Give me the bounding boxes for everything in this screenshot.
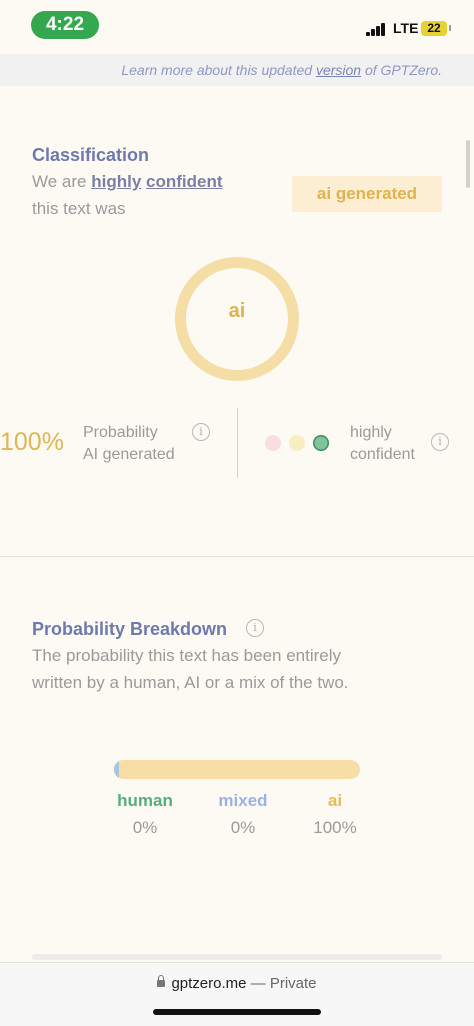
ring-label: ai	[228, 300, 246, 322]
page-bottom-divider	[32, 954, 442, 960]
status-bar: 4:22 LTE 22	[0, 0, 474, 54]
bar-human-segment	[114, 760, 119, 779]
classification-title: Classification	[32, 145, 150, 165]
human-value: 0%	[132, 818, 158, 837]
probability-value: 100%	[0, 428, 64, 456]
network-type: LTE	[393, 20, 419, 36]
breakdown-description: The probability this text has been entir…	[32, 646, 342, 665]
breakdown-title: Probability Breakdown	[32, 619, 228, 639]
browser-bottom-bar	[0, 962, 474, 1026]
ai-label: ai	[327, 791, 343, 810]
confident-link: confident	[146, 172, 223, 191]
battery-tip	[449, 25, 451, 31]
human-label: human	[117, 791, 173, 810]
low-confidence-dot	[265, 435, 281, 451]
url-domain: gptzero.me	[171, 975, 247, 992]
probability-info-icon[interactable]: i	[192, 423, 210, 441]
classification-statement-2: this text was	[32, 199, 126, 218]
cellular-signal-icon	[366, 22, 388, 36]
mixed-value: 0%	[230, 818, 256, 837]
address-bar[interactable]: gptzero.me — Private	[0, 975, 474, 992]
battery-icon: 22	[421, 21, 447, 36]
update-notice: Learn more about this updated version of…	[121, 62, 442, 78]
probability-label-2: AI generated	[83, 446, 175, 463]
confidence-info-icon[interactable]: i	[431, 433, 449, 451]
scrollbar[interactable]	[466, 140, 470, 188]
ai-value: 100%	[313, 818, 357, 837]
home-indicator[interactable]	[153, 1009, 321, 1015]
breakdown-info-icon[interactable]: i	[246, 619, 264, 637]
probability-label: Probability	[83, 424, 158, 441]
probability-bar	[114, 760, 360, 779]
verdict-badge: ai generated	[292, 176, 442, 212]
private-mode-label: Private	[269, 975, 317, 992]
version-link[interactable]: version	[316, 62, 361, 78]
status-time: 4:22	[31, 11, 99, 39]
mixed-label: mixed	[218, 791, 268, 810]
classification-statement: We are highly confident	[32, 172, 223, 191]
highly-link: highly	[91, 172, 142, 191]
high-confidence-dot	[313, 435, 329, 451]
stats-divider	[237, 408, 238, 478]
update-notice-bar: Learn more about this updated version of…	[0, 54, 474, 87]
breakdown-description-2: written by a human, AI or a mix of the t…	[32, 673, 349, 692]
confidence-label-2: confident	[350, 446, 415, 463]
lock-icon	[157, 975, 166, 987]
medium-confidence-dot	[289, 435, 305, 451]
confidence-label: highly	[350, 424, 392, 441]
